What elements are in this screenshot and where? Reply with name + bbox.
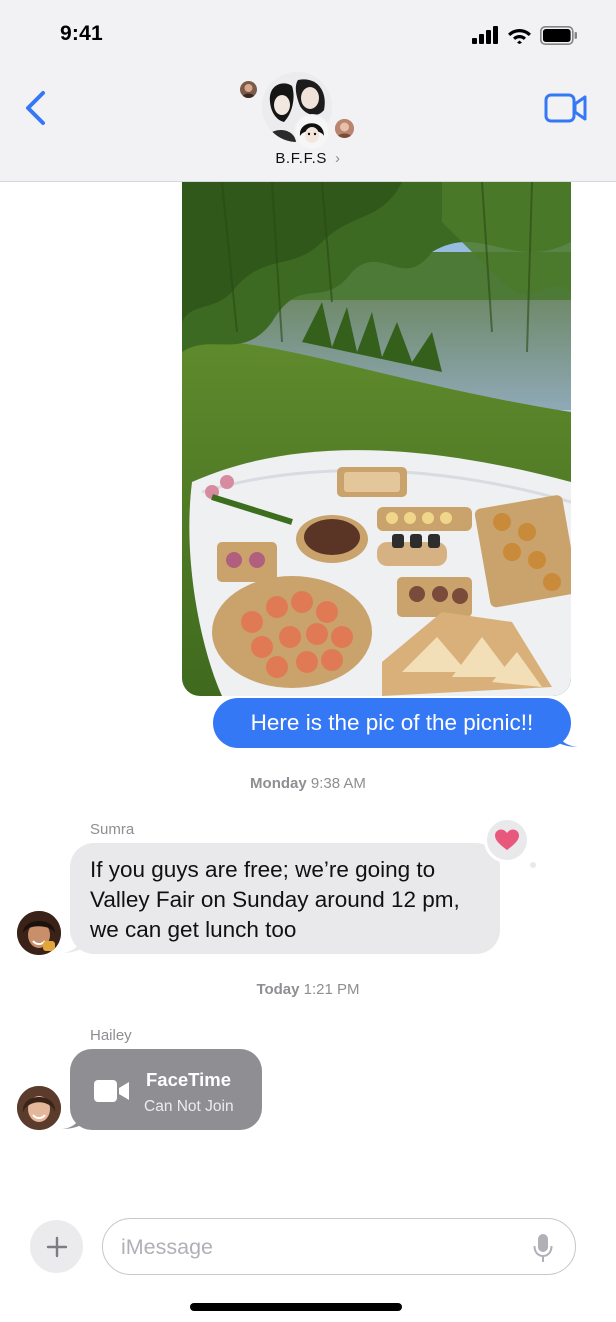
member-avatar xyxy=(240,81,257,98)
member-avatar xyxy=(335,119,354,138)
facetime-status: Can Not Join xyxy=(144,1098,234,1115)
avatar[interactable] xyxy=(17,911,61,955)
facetime-video-button[interactable] xyxy=(544,92,588,124)
incoming-message-text: If you guys are free; we’re going to Val… xyxy=(90,857,460,942)
wifi-icon xyxy=(508,29,531,44)
picnic-image xyxy=(182,182,571,696)
sender-name: Hailey xyxy=(90,1027,132,1044)
dictation-button[interactable] xyxy=(533,1233,553,1263)
group-name-button[interactable]: B.F.F.S › xyxy=(0,150,616,167)
home-indicator[interactable] xyxy=(190,1303,402,1311)
timestamp: Monday 9:38 AM xyxy=(0,775,616,792)
status-icons xyxy=(472,24,578,46)
reaction-bubble-dot xyxy=(528,860,538,870)
timestamp-day: Today xyxy=(256,981,300,998)
back-button[interactable] xyxy=(18,88,52,128)
timestamp: Today 1:21 PM xyxy=(0,981,616,998)
apps-plus-button[interactable] xyxy=(30,1220,83,1273)
group-name: B.F.F.S xyxy=(275,150,328,167)
status-bar: 9:41 xyxy=(0,0,616,70)
microphone-icon xyxy=(533,1234,553,1262)
timestamp-day: Monday xyxy=(250,775,307,792)
member-avatar xyxy=(294,114,330,150)
incoming-message-bubble[interactable]: If you guys are free; we’re going to Val… xyxy=(70,843,500,954)
chevron-right-icon: › xyxy=(335,150,341,167)
facetime-call-bubble[interactable]: FaceTime Can Not Join xyxy=(70,1049,262,1130)
chevron-left-icon xyxy=(26,91,45,125)
video-camera-icon xyxy=(94,1080,129,1102)
status-time: 9:41 xyxy=(60,22,103,45)
signal-icon xyxy=(472,26,498,44)
avatar[interactable] xyxy=(17,1086,61,1130)
outgoing-message-text: Here is the pic of the picnic!! xyxy=(250,710,534,735)
sender-name: Sumra xyxy=(90,821,135,838)
timestamp-time: 9:38 AM xyxy=(310,775,366,792)
timestamp-time: 1:21 PM xyxy=(303,981,360,998)
facetime-title: FaceTime xyxy=(146,1069,232,1090)
conversation-header: 9:41 B.F.F.S › xyxy=(0,0,616,182)
video-camera-icon xyxy=(544,93,587,123)
tapback-reaction[interactable] xyxy=(484,817,530,863)
imessage-input[interactable] xyxy=(121,1229,521,1265)
outgoing-message-bubble[interactable]: Here is the pic of the picnic!! xyxy=(213,698,571,748)
picnic-photo[interactable] xyxy=(182,182,571,696)
plus-icon xyxy=(46,1236,67,1257)
message-field[interactable] xyxy=(102,1218,576,1275)
battery-icon xyxy=(540,25,577,45)
heart-icon xyxy=(495,829,519,850)
